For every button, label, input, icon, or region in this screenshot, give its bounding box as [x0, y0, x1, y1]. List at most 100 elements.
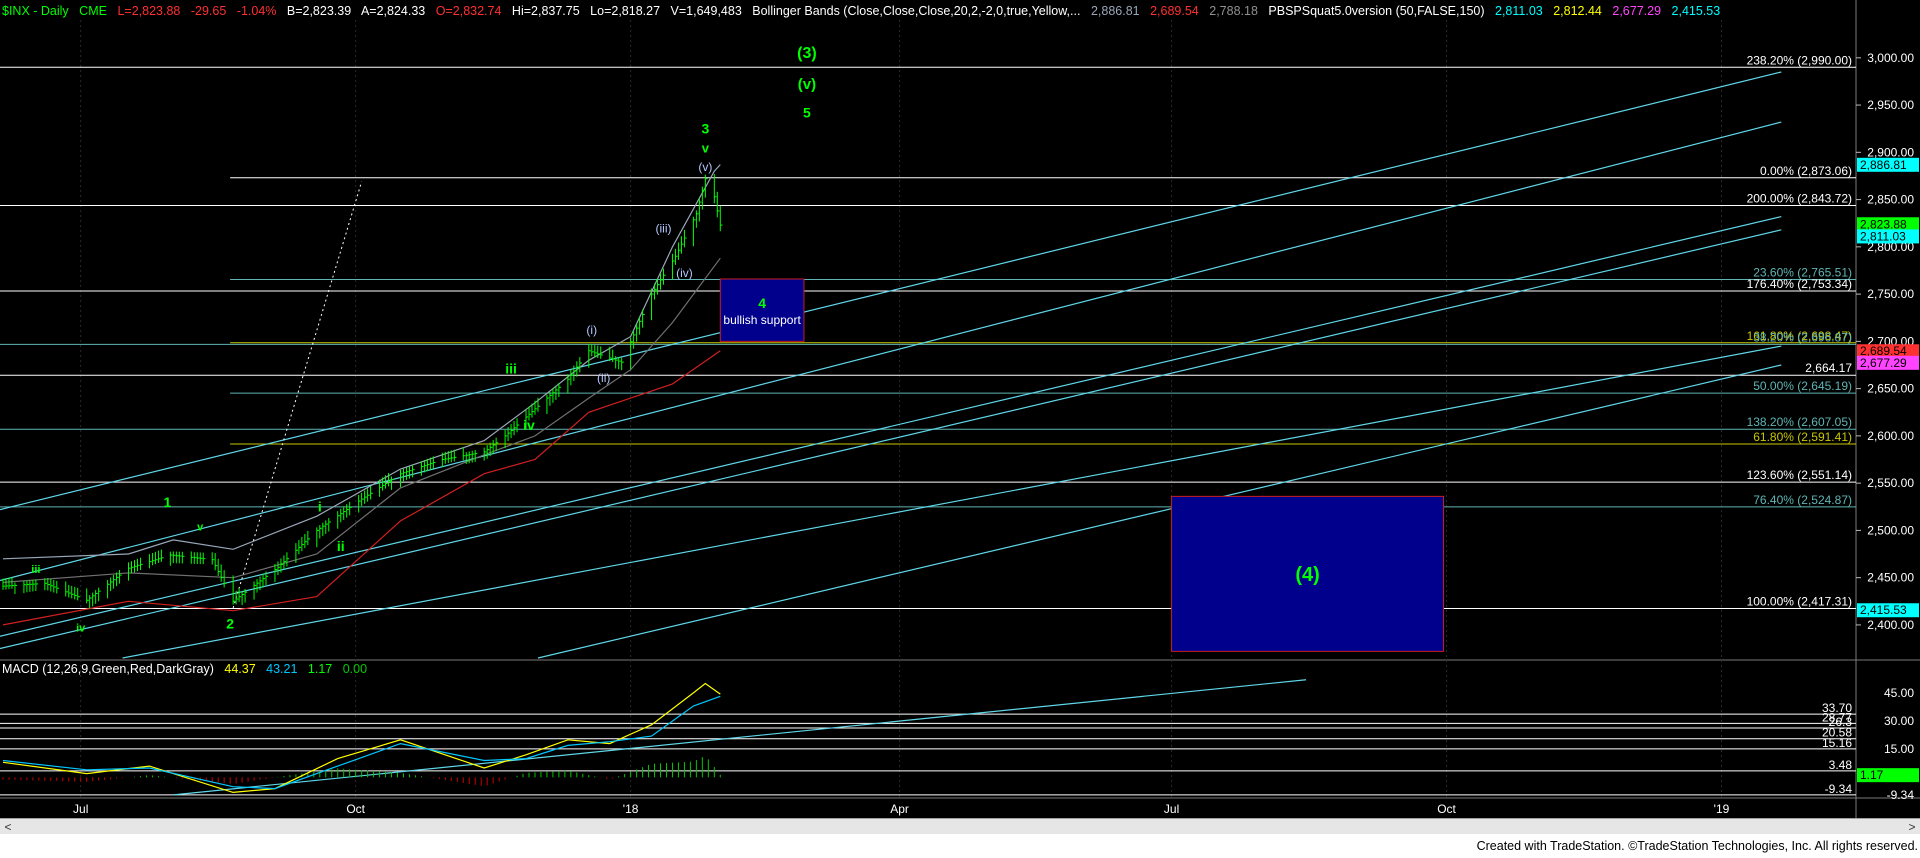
wave-count-label: i: [318, 498, 322, 514]
exchange-label: CME: [79, 4, 107, 18]
x-tick-label: Jul: [1164, 802, 1179, 816]
wave-count-label: iii: [31, 564, 40, 576]
low-price: Lo=2,818.27: [590, 4, 661, 18]
fib-level-label: 76.40% (2,524.87): [1753, 493, 1852, 507]
wave-count-label: iv: [523, 417, 535, 433]
x-tick-label: Oct: [1437, 802, 1456, 816]
credit-text: Created with TradeStation. ©TradeStation…: [1476, 839, 1918, 853]
macd-diff-value: 1.17: [307, 662, 333, 676]
y-tick-label: 2,450.00: [1867, 571, 1914, 585]
wave-count-label: (v): [698, 160, 712, 174]
wave-count-label: 3: [701, 120, 709, 136]
fib-level-label: 200.00% (2,843.72): [1747, 192, 1852, 206]
scroll-right-arrow-icon[interactable]: >: [1904, 819, 1920, 835]
wave-count-label: (v): [798, 76, 816, 93]
channel-line: [0, 121, 1782, 582]
macd-value: 44.37: [224, 662, 256, 676]
open-price: O=2,832.74: [435, 4, 502, 18]
wave-count-label: (i): [586, 323, 597, 337]
wave-count-label: (3): [797, 45, 817, 62]
y-tick-label: 2,600.00: [1867, 429, 1914, 443]
bollinger-label: Bollinger Bands (Close,Close,Close,20,2,…: [752, 4, 1081, 18]
pbs-value-1: 2,811.03: [1495, 4, 1543, 18]
macd-tick-label: 30.00: [1884, 714, 1914, 728]
symbol-label: $INX - Daily: [2, 4, 69, 18]
channel-line: [0, 229, 1782, 650]
wave-count-label: (iii): [655, 222, 671, 236]
price-chart: 238.20% (2,990.00) 0.00% (2,873.06) 200.00…: [0, 0, 1920, 818]
macd-trendline: [173, 679, 1307, 796]
price-tag-label: 2,415.53: [1860, 603, 1907, 617]
fib-level-label: 176.40% (2,753.34): [1747, 277, 1852, 291]
y-tick-label: 2,750.00: [1867, 287, 1914, 301]
wave-count-label: ii: [337, 538, 345, 554]
x-tick-label: Oct: [346, 802, 365, 816]
macd-signal-value: 43.21: [266, 662, 298, 676]
wave-count-label: v: [702, 140, 710, 155]
x-tick-label: Jul: [73, 802, 88, 816]
wave-count-label: (ii): [597, 371, 610, 385]
fib-level-label: 100.00% (2,417.31): [1747, 595, 1852, 609]
x-tick-label: '19: [1714, 802, 1730, 816]
fib-level-label: 238.20% (2,990.00): [1747, 53, 1852, 67]
wave-count-label: 1: [163, 494, 171, 510]
bollinger-lower-value: 2,689.54: [1150, 4, 1199, 18]
zone-label: 4: [758, 295, 766, 311]
wave-count-label: (iv): [676, 266, 693, 280]
macd-tag-label: 1.17: [1860, 768, 1884, 782]
change-value: -29.65: [190, 4, 227, 18]
chart-header: $INX - Daily CME L=2,823.88 -29.65 -1.04…: [2, 2, 1727, 20]
pbs-value-3: 2,677.29: [1612, 4, 1662, 18]
fib-level-label: 38.20% (2,696.87): [1753, 330, 1852, 344]
macd-level-label: 15.16: [1822, 736, 1852, 750]
wave-count-label: iii: [505, 360, 517, 376]
zone-sublabel: bullish support: [723, 313, 801, 327]
zone-label: (4): [1295, 564, 1319, 586]
y-tick-label: 2,400.00: [1867, 618, 1914, 632]
change-pct: -1.04%: [236, 4, 277, 18]
bid-price: B=2,823.39: [286, 4, 352, 18]
macd-tick-label: 45.00: [1884, 686, 1914, 700]
bollinger-upper-value: 2,886.81: [1090, 4, 1140, 18]
wave-count-label: v: [197, 521, 204, 533]
footer-credit: Created with TradeStation. ©TradeStation…: [0, 834, 1920, 858]
macd-level-label: 3.48: [1829, 758, 1853, 772]
high-price: Hi=2,837.75: [511, 4, 580, 18]
y-tick-label: 3,000.00: [1867, 51, 1914, 65]
macd-label: MACD (12,26,9,Green,Red,DarkGray): [2, 662, 214, 676]
fib-level-label: 2,664.17: [1805, 361, 1852, 375]
pbs-label: PBSPSquat5.0version (50,FALSE,150): [1268, 4, 1485, 18]
wave-count-label: iv: [76, 623, 86, 635]
horizontal-scrollbar[interactable]: < >: [0, 818, 1920, 835]
ask-price: A=2,824.33: [360, 4, 426, 18]
fib-level-label: 123.60% (2,551.14): [1747, 468, 1852, 482]
bollinger-mid-value: 2,788.18: [1209, 4, 1258, 18]
macd-header: MACD (12,26,9,Green,Red,DarkGray) 44.37 …: [2, 661, 374, 677]
scroll-left-arrow-icon[interactable]: <: [0, 819, 16, 835]
y-tick-label: 2,550.00: [1867, 476, 1914, 490]
pbs-value-4: 2,415.53: [1671, 4, 1721, 18]
fib-level-label: 61.80% (2,591.41): [1753, 430, 1852, 444]
price-tag-label: 2,677.29: [1860, 356, 1907, 370]
macd-tick-label: -9.34: [1887, 788, 1915, 802]
x-tick-label: Apr: [890, 802, 909, 816]
last-price: L=2,823.88: [117, 4, 181, 18]
x-tick-label: '18: [623, 802, 639, 816]
fib-level-label: 138.20% (2,607.05): [1747, 415, 1852, 429]
channel-line: [537, 364, 1782, 659]
y-tick-label: 2,850.00: [1867, 193, 1914, 207]
pbs-value-2: 2,812.44: [1553, 4, 1602, 18]
fib-level-label: 50.00% (2,645.19): [1753, 379, 1852, 393]
price-tag-label: 2,886.81: [1860, 158, 1907, 172]
wave-count-label: 5: [803, 104, 811, 120]
macd-tick-label: 15.00: [1884, 742, 1914, 756]
y-tick-label: 2,650.00: [1867, 382, 1914, 396]
y-tick-label: 2,950.00: [1867, 98, 1914, 112]
fib-level-label: 0.00% (2,873.06): [1760, 164, 1852, 178]
wave-count-label: 2: [226, 616, 234, 632]
macd-zero-value: 0.00: [342, 662, 368, 676]
y-tick-label: 2,500.00: [1867, 523, 1914, 537]
volume-value: V=1,649,483: [670, 4, 742, 18]
price-tag-label: 2,811.03: [1860, 229, 1906, 243]
macd-level-label: -9.34: [1825, 782, 1853, 796]
